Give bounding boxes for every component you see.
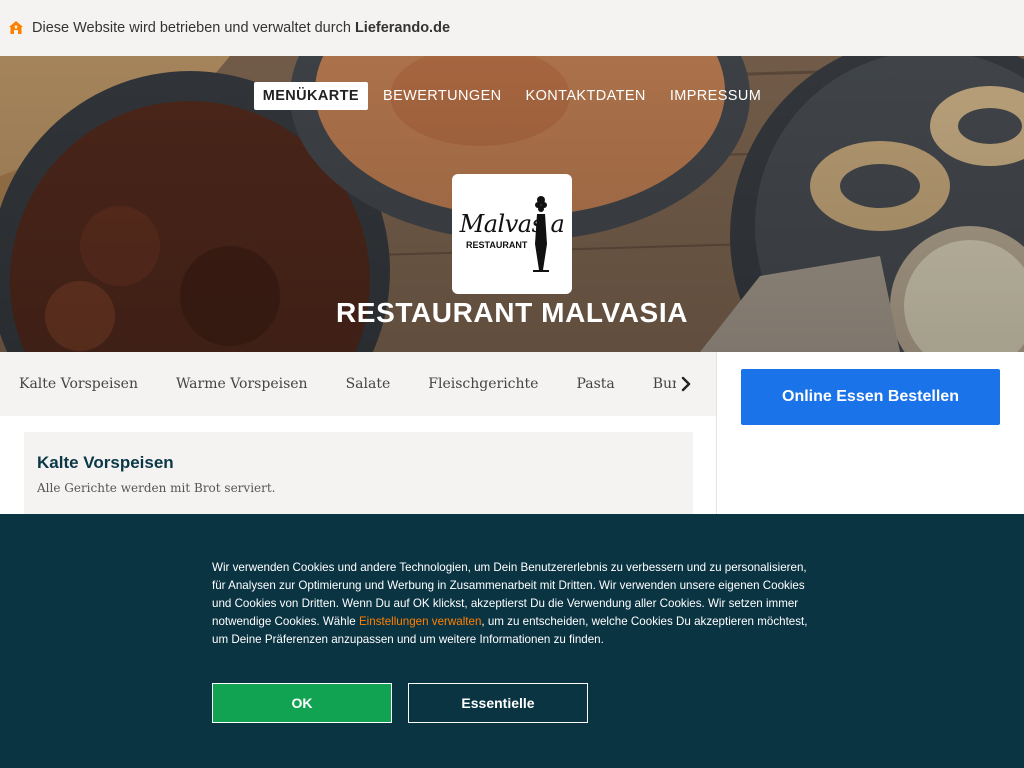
category-warme-vorspeisen[interactable]: Warme Vorspeisen <box>176 376 308 392</box>
section-title: Kalte Vorspeisen <box>37 453 174 472</box>
restaurant-name: RESTAURANT MALVASIA <box>335 297 689 328</box>
category-fleischgerichte[interactable]: Fleischgerichte <box>428 376 538 392</box>
section-description: Alle Gerichte werden mit Brot serviert. <box>37 481 276 495</box>
main-nav: MENÜKARTE BEWERTUNGEN KONTAKTDATEN IMPRE… <box>0 82 1024 110</box>
category-pasta[interactable]: Pasta <box>576 376 614 392</box>
cookie-ok-button[interactable]: OK <box>212 683 392 723</box>
nav-bewertungen[interactable]: BEWERTUNGEN <box>374 82 511 110</box>
nav-menukarte[interactable]: MENÜKARTE <box>253 82 368 110</box>
operator-notice-prefix: Diese Website wird betrieben und verwalt… <box>32 20 355 36</box>
menu-section-card <box>24 432 693 522</box>
nav-impressum[interactable]: IMPRESSUM <box>661 82 770 110</box>
waiter-figure-icon <box>533 196 549 272</box>
order-online-button[interactable]: Online Essen Bestellen <box>741 369 1000 425</box>
cookie-text: Wir verwenden Cookies und andere Technol… <box>212 559 818 649</box>
cookie-banner: Wir verwenden Cookies und andere Technol… <box>0 514 1024 768</box>
hero-banner: MENÜKARTE BEWERTUNGEN KONTAKTDATEN IMPRE… <box>0 56 1024 352</box>
restaurant-logo: Malvas a RESTAURANT <box>452 174 572 294</box>
operator-brand-link[interactable]: Lieferando.de <box>355 20 450 36</box>
category-kalte-vorspeisen[interactable]: Kalte Vorspeisen <box>19 376 138 392</box>
cookie-essential-button[interactable]: Essentielle <box>408 683 588 723</box>
chevron-right-icon[interactable] <box>676 374 696 394</box>
category-salate[interactable]: Salate <box>346 376 391 392</box>
operator-notice-bar: Diese Website wird betrieben und verwalt… <box>0 0 1024 56</box>
category-tabs: Kalte Vorspeisen Warme Vorspeisen Salate… <box>0 352 716 416</box>
operator-notice-text: Diese Website wird betrieben und verwalt… <box>32 20 450 36</box>
home-icon <box>8 20 24 36</box>
manage-settings-link[interactable]: Einstellungen verwalten <box>359 615 481 628</box>
nav-kontaktdaten[interactable]: KONTAKTDATEN <box>517 82 655 110</box>
